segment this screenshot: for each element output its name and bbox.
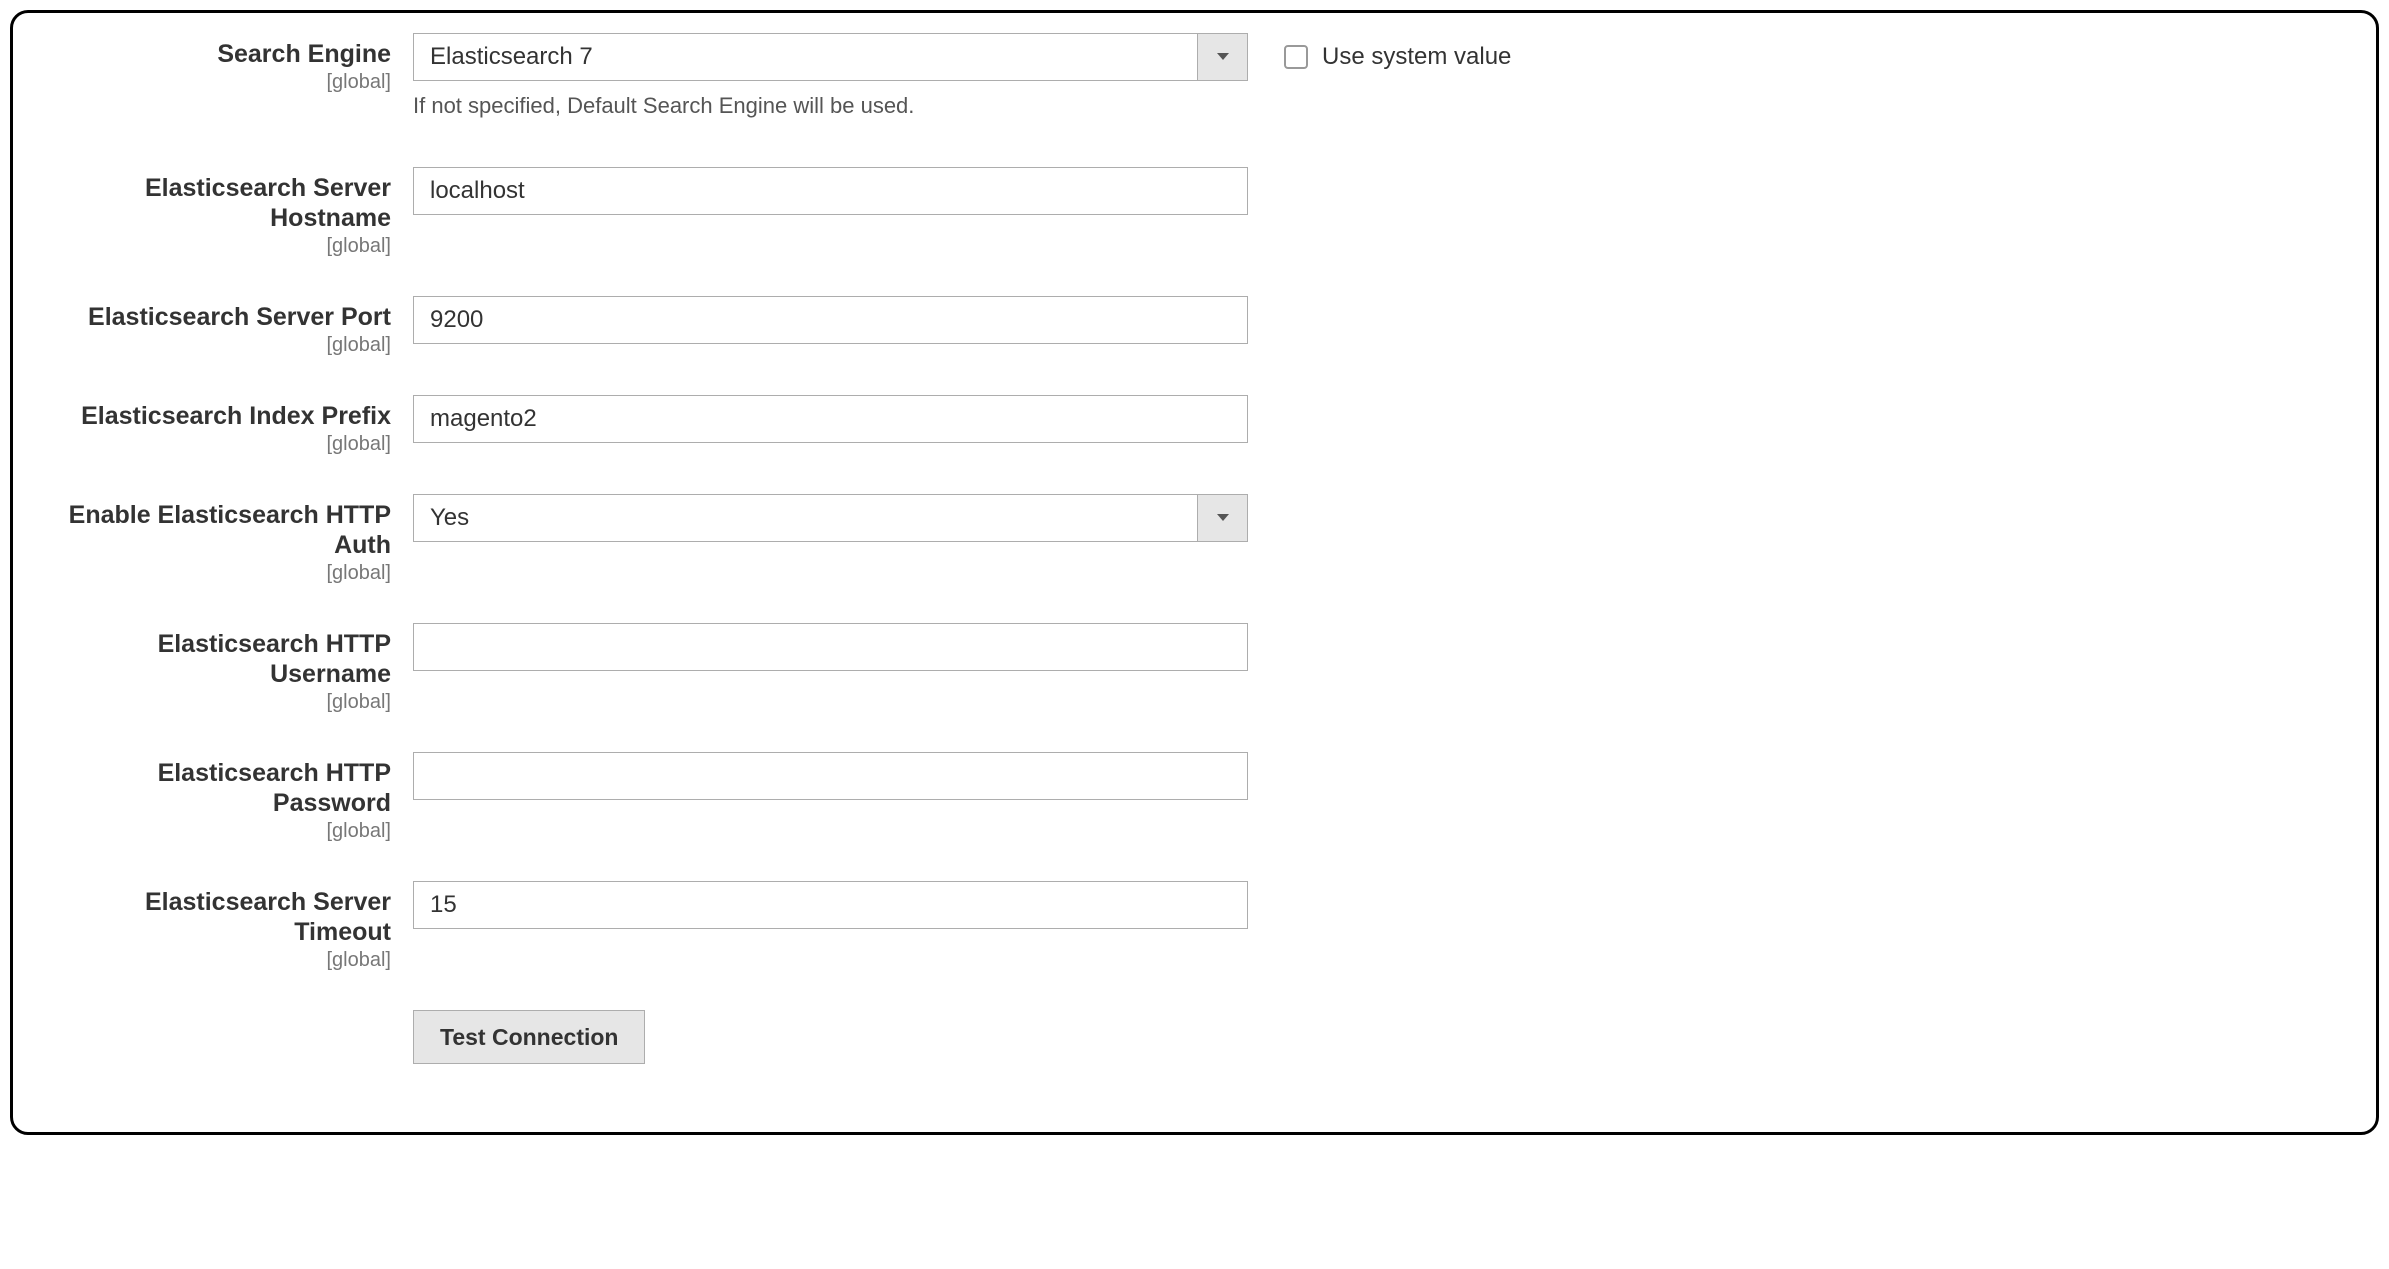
label-es-http-username: Elasticsearch HTTP Username xyxy=(43,629,391,689)
label-col: Enable Elasticsearch HTTP Auth [global] xyxy=(43,494,413,585)
control-col xyxy=(413,167,1248,215)
es-http-password-input[interactable] xyxy=(413,752,1248,800)
row-test-connection: Test Connection xyxy=(43,1010,2346,1064)
use-system-value-label: Use system value xyxy=(1322,43,1511,71)
test-connection-button[interactable]: Test Connection xyxy=(413,1010,645,1064)
es-http-auth-select[interactable]: Yes xyxy=(413,494,1248,542)
scope-label: [global] xyxy=(43,71,391,94)
scope-label: [global] xyxy=(43,691,391,714)
use-system-value-checkbox[interactable]: Use system value xyxy=(1284,43,1511,71)
control-col xyxy=(413,881,1248,929)
control-col: Test Connection xyxy=(413,1010,1248,1064)
control-col xyxy=(413,296,1248,344)
label-es-port: Elasticsearch Server Port xyxy=(43,302,391,332)
label-es-http-auth: Enable Elasticsearch HTTP Auth xyxy=(43,500,391,560)
scope-label: [global] xyxy=(43,820,391,843)
es-http-username-input[interactable] xyxy=(413,623,1248,671)
control-col xyxy=(413,752,1248,800)
row-es-timeout: Elasticsearch Server Timeout [global] xyxy=(43,881,2346,972)
row-es-http-auth: Enable Elasticsearch HTTP Auth [global] … xyxy=(43,494,2346,585)
chevron-down-icon xyxy=(1197,34,1247,80)
label-search-engine: Search Engine xyxy=(43,39,391,69)
label-col: Elasticsearch HTTP Username [global] xyxy=(43,623,413,714)
scope-label: [global] xyxy=(43,949,391,972)
label-es-hostname: Elasticsearch Server Hostname xyxy=(43,173,391,233)
aux-col: Use system value xyxy=(1248,33,1511,81)
checkbox-icon xyxy=(1284,45,1308,69)
label-es-index-prefix: Elasticsearch Index Prefix xyxy=(43,401,391,431)
control-col xyxy=(413,395,1248,443)
row-es-http-username: Elasticsearch HTTP Username [global] xyxy=(43,623,2346,714)
control-col: Yes xyxy=(413,494,1248,542)
scope-label: [global] xyxy=(43,235,391,258)
search-engine-value: Elasticsearch 7 xyxy=(414,43,1197,71)
search-engine-note: If not specified, Default Search Engine … xyxy=(413,93,1248,119)
label-es-timeout: Elasticsearch Server Timeout xyxy=(43,887,391,947)
config-panel: Search Engine [global] Elasticsearch 7 I… xyxy=(10,10,2379,1135)
label-col xyxy=(43,1010,413,1016)
label-col: Elasticsearch Server Port [global] xyxy=(43,296,413,357)
label-col: Elasticsearch HTTP Password [global] xyxy=(43,752,413,843)
label-es-http-password: Elasticsearch HTTP Password xyxy=(43,758,391,818)
es-hostname-input[interactable] xyxy=(413,167,1248,215)
label-col: Search Engine [global] xyxy=(43,33,413,94)
row-es-http-password: Elasticsearch HTTP Password [global] xyxy=(43,752,2346,843)
row-es-hostname: Elasticsearch Server Hostname [global] xyxy=(43,167,2346,258)
control-col xyxy=(413,623,1248,671)
label-col: Elasticsearch Index Prefix [global] xyxy=(43,395,413,456)
control-col: Elasticsearch 7 If not specified, Defaul… xyxy=(413,33,1248,119)
row-search-engine: Search Engine [global] Elasticsearch 7 I… xyxy=(43,33,2346,119)
row-es-port: Elasticsearch Server Port [global] xyxy=(43,296,2346,357)
scope-label: [global] xyxy=(43,433,391,456)
es-timeout-input[interactable] xyxy=(413,881,1248,929)
chevron-down-icon xyxy=(1197,495,1247,541)
es-port-input[interactable] xyxy=(413,296,1248,344)
search-engine-select[interactable]: Elasticsearch 7 xyxy=(413,33,1248,81)
row-es-index-prefix: Elasticsearch Index Prefix [global] xyxy=(43,395,2346,456)
es-http-auth-value: Yes xyxy=(414,504,1197,532)
label-col: Elasticsearch Server Hostname [global] xyxy=(43,167,413,258)
label-col: Elasticsearch Server Timeout [global] xyxy=(43,881,413,972)
scope-label: [global] xyxy=(43,334,391,357)
es-index-prefix-input[interactable] xyxy=(413,395,1248,443)
scope-label: [global] xyxy=(43,562,391,585)
